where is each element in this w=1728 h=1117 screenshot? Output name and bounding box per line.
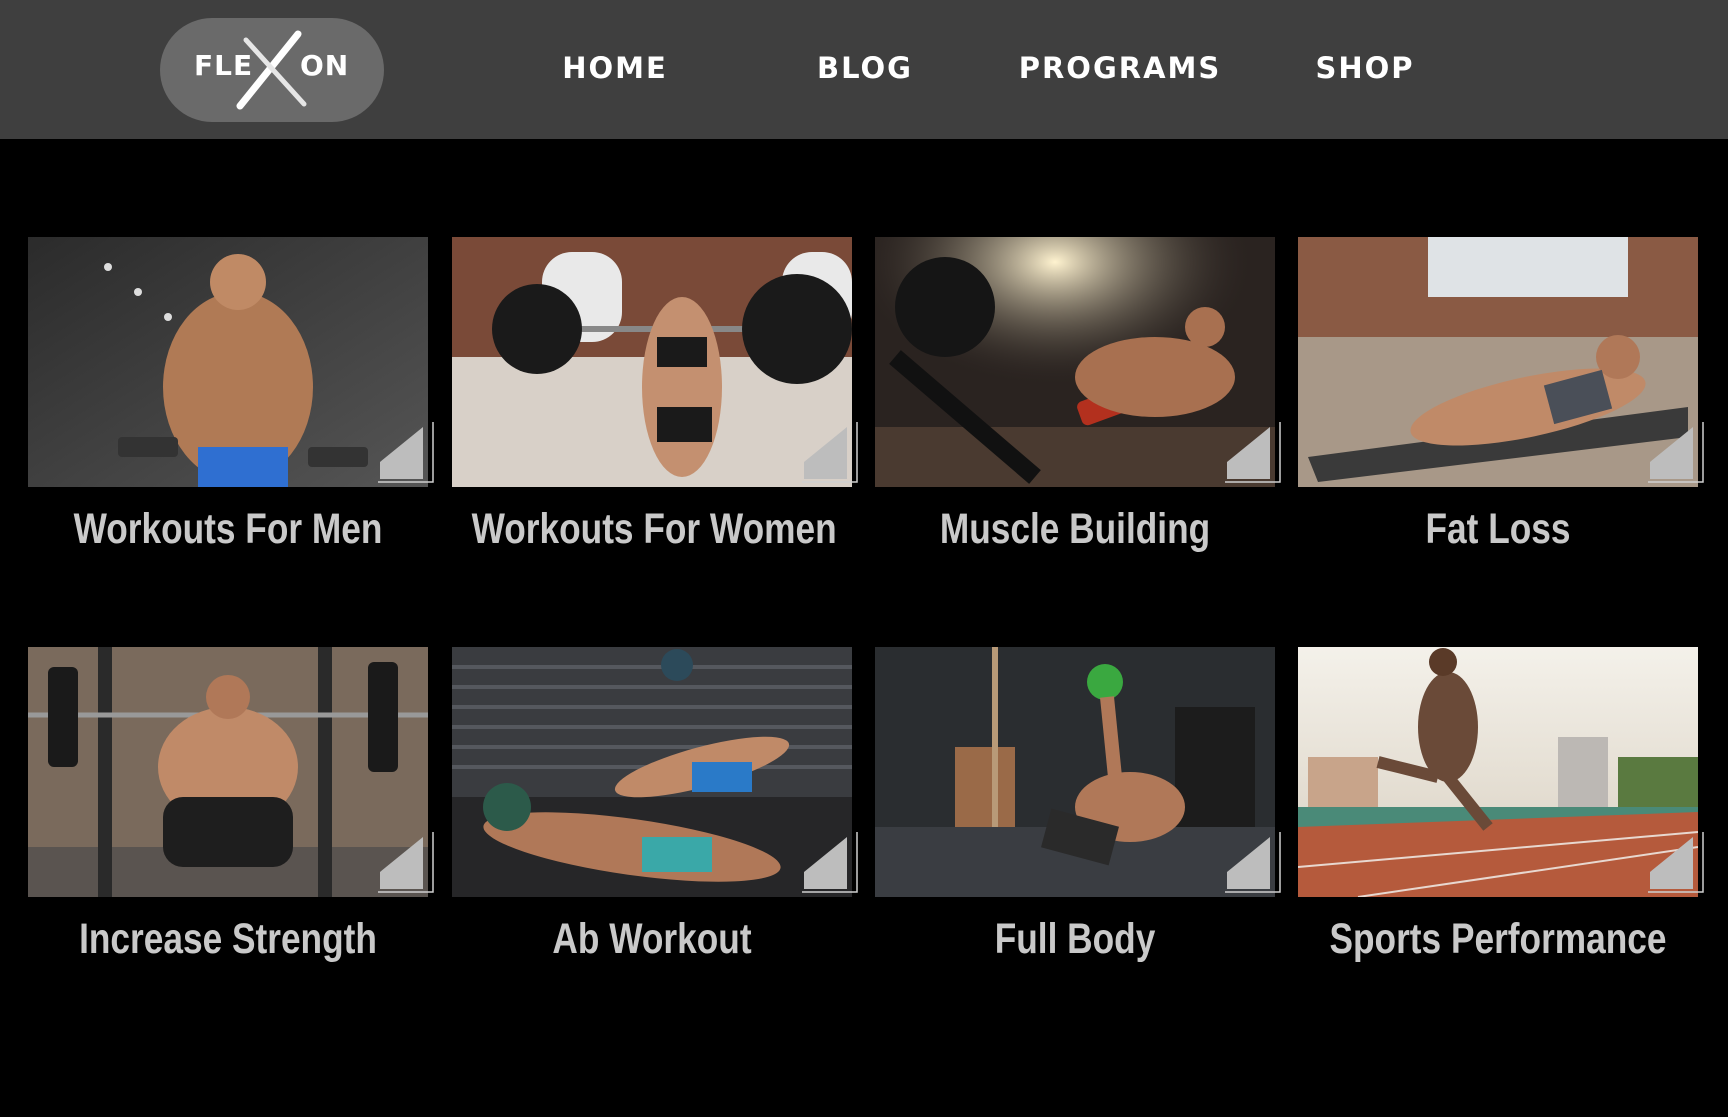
program-card-image [452, 237, 852, 487]
corner-fold-icon [802, 422, 858, 483]
program-card-title: Workouts For Men [73, 505, 383, 553]
program-card-title: Increase Strength [79, 915, 377, 963]
program-card-image [1298, 237, 1698, 487]
program-card-title: Fat Loss [1425, 505, 1571, 553]
corner-fold-icon [1648, 832, 1704, 893]
site-header: FLE ON HOME BLOG PROGRAMS SHOP [0, 0, 1728, 139]
nav-programs-link[interactable]: PROGRAMS [1010, 48, 1230, 88]
corner-fold-icon [1648, 422, 1704, 483]
program-card-ab-workout[interactable]: Ab Workout [452, 647, 858, 982]
program-card-title: Full Body [994, 915, 1156, 963]
corner-fold-icon [802, 832, 858, 893]
program-card-image [452, 647, 852, 897]
program-card-image [875, 647, 1275, 897]
program-card-workouts-for-women[interactable]: Workouts For Women [452, 237, 858, 572]
corner-fold-icon [378, 832, 434, 893]
nav-shop-link[interactable]: SHOP [1290, 48, 1440, 88]
corner-fold-icon [1225, 422, 1281, 483]
corner-fold-icon [1225, 832, 1281, 893]
program-card-increase-strength[interactable]: Increase Strength [28, 647, 434, 982]
program-card-workouts-for-men[interactable]: Workouts For Men [28, 237, 434, 572]
program-card-muscle-building[interactable]: Muscle Building [875, 237, 1281, 572]
program-card-title: Workouts For Women [471, 505, 837, 553]
nav-blog-link[interactable]: BLOG [790, 48, 940, 88]
program-card-image [875, 237, 1275, 487]
program-card-image [1298, 647, 1698, 897]
flexon-logo[interactable]: FLE ON [160, 18, 384, 122]
program-card-title: Ab Workout [552, 915, 752, 963]
nav-home-link[interactable]: HOME [540, 48, 690, 88]
program-card-fat-loss[interactable]: Fat Loss [1298, 237, 1704, 572]
logo-text-right: ON [300, 49, 350, 82]
program-card-image [28, 647, 428, 897]
program-card-sports-performance[interactable]: Sports Performance [1298, 647, 1704, 982]
program-card-title: Sports Performance [1329, 915, 1667, 963]
program-card-full-body[interactable]: Full Body [875, 647, 1281, 982]
program-card-title: Muscle Building [939, 505, 1211, 553]
corner-fold-icon [378, 422, 434, 483]
program-card-image [28, 237, 428, 487]
